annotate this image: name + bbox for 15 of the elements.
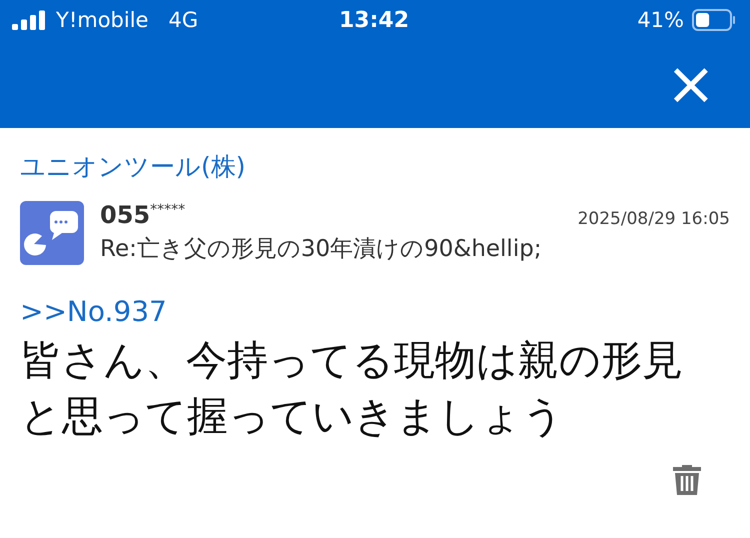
battery-percent: 41% xyxy=(637,8,684,32)
carrier-label: Y!mobile xyxy=(56,8,148,32)
message-text: 皆さん、今持ってる現物は親の形見と思って握っていきましょう xyxy=(20,335,684,442)
close-button[interactable]: × xyxy=(666,54,716,114)
battery-icon xyxy=(692,9,736,31)
board-title[interactable]: ユニオンツール(株) xyxy=(20,150,730,183)
avatar-icon xyxy=(20,201,84,265)
trash-icon[interactable] xyxy=(672,462,702,496)
clock-time: 13:42 xyxy=(338,8,410,32)
post-date: 2025/08/29 16:05 xyxy=(578,209,730,229)
reply-link[interactable]: >>No.937 xyxy=(20,295,730,328)
signal-icon xyxy=(12,10,46,30)
user-name: 055$^{*****}$ xyxy=(100,201,186,229)
post-subject[interactable]: Re:亡き父の形見の30年漬けの90&hellip; xyxy=(100,233,730,264)
network-label: 4G xyxy=(168,8,198,32)
